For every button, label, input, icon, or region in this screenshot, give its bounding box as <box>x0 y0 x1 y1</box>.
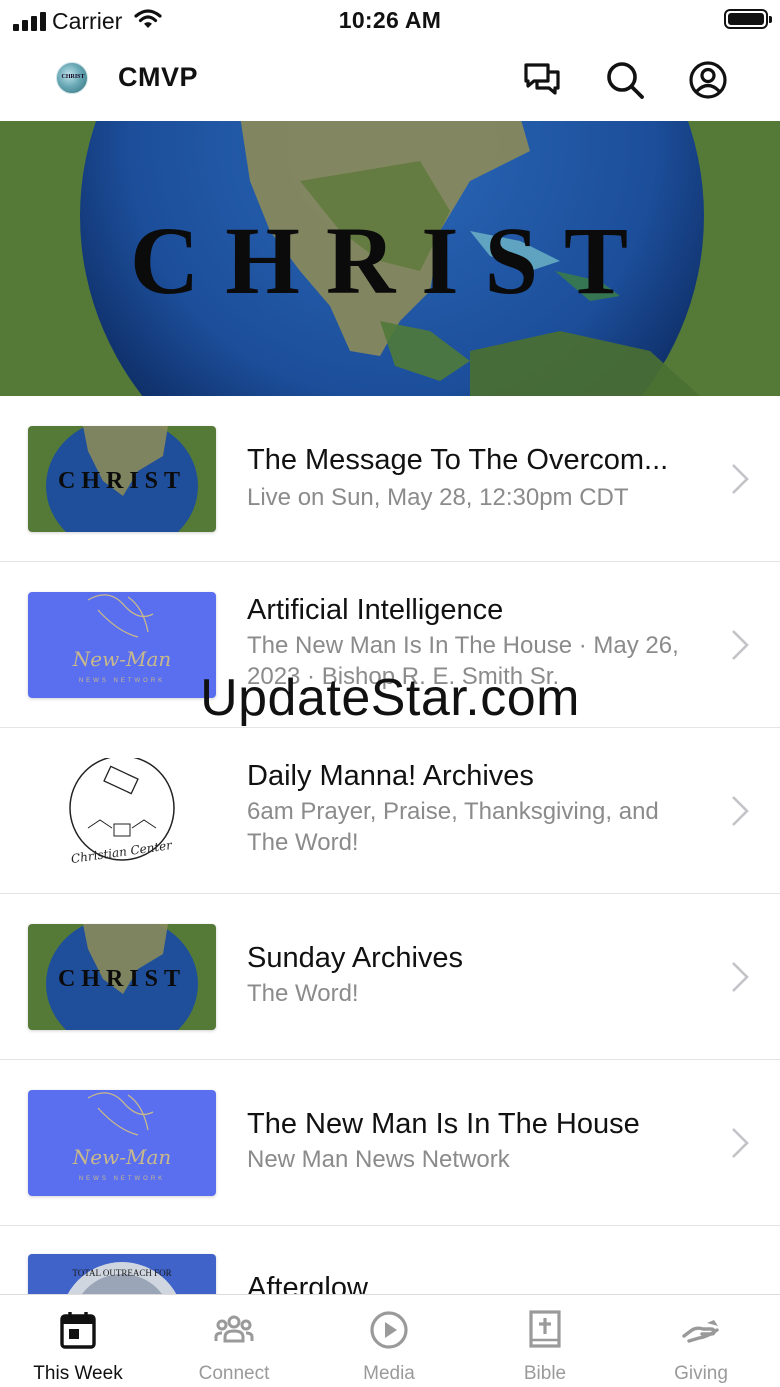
app-header: CHRIST CMVP <box>0 44 780 121</box>
chevron-right-icon <box>732 464 749 494</box>
chevron-right-icon <box>732 962 749 992</box>
item-subtitle: The Word! <box>247 980 359 1007</box>
item-title: The Message To The Overcom... <box>247 444 669 476</box>
hero-banner-text: CHRIST <box>130 207 654 314</box>
calendar-icon <box>60 1312 96 1349</box>
svg-text:New-Man: New-Man <box>72 1145 172 1169</box>
tab-giving[interactable]: Giving <box>623 1295 779 1387</box>
status-bar: Carrier 10:26 AM <box>0 0 780 44</box>
list-item[interactable]: CHRIST The Message To The Overcom... Liv… <box>0 396 780 562</box>
item-thumbnail: New-Man NEWS NETWORK <box>28 1090 216 1196</box>
battery-icon <box>724 9 772 29</box>
svg-text:CHRIST: CHRIST <box>58 966 186 992</box>
chat-icon[interactable] <box>522 60 562 100</box>
hero-globe-image: CHRIST <box>0 121 780 396</box>
svg-text:CHRIST: CHRIST <box>58 468 186 494</box>
giving-hand-icon <box>682 1320 719 1343</box>
watermark: UpdateStar.com <box>200 669 580 727</box>
group-icon <box>214 1315 254 1343</box>
app-title: CMVP <box>118 62 199 92</box>
app-logo-text: CHRIST <box>61 74 85 80</box>
hero-banner[interactable]: CHRIST <box>0 121 780 396</box>
item-thumbnail: Christian Center <box>28 758 216 864</box>
list-item[interactable]: CHRIST Sunday Archives The Word! <box>0 894 780 1060</box>
item-thumbnail: CHRIST <box>28 924 216 1030</box>
bible-icon <box>529 1310 561 1348</box>
clock: 10:26 AM <box>338 7 442 33</box>
svg-text:TOTAL OUTREACH FOR: TOTAL OUTREACH FOR <box>72 1268 171 1278</box>
play-icon <box>370 1311 408 1349</box>
svg-text:NEWS NETWORK: NEWS NETWORK <box>79 1176 165 1182</box>
tab-connect[interactable]: Connect <box>156 1295 312 1387</box>
tab-label: Connect <box>198 1363 270 1384</box>
item-title: Artificial Intelligence <box>247 594 504 626</box>
item-subtitle: New Man News Network <box>247 1146 510 1173</box>
app-logo[interactable]: CHRIST <box>56 62 88 94</box>
tab-bible[interactable]: Bible <box>467 1295 623 1387</box>
item-thumbnail: CHRIST <box>28 426 216 532</box>
tab-media[interactable]: Media <box>311 1295 467 1387</box>
item-subtitle: Live on Sun, May 28, 12:30pm CDT <box>247 484 629 511</box>
item-title: Sunday Archives <box>247 942 464 974</box>
tab-bar: This Week Connect Media Bible Giving <box>0 1294 780 1387</box>
item-title: Daily Manna! Archives <box>247 760 534 792</box>
search-icon[interactable] <box>605 60 645 100</box>
profile-icon[interactable] <box>688 60 728 100</box>
tab-label: This Week <box>33 1363 123 1384</box>
list-item[interactable]: Christian Center Daily Manna! Archives 6… <box>0 728 780 894</box>
tab-this-week[interactable]: This Week <box>0 1295 156 1387</box>
item-subtitle: 6am Prayer, Praise, Thanksgiving, and Th… <box>247 798 659 856</box>
chevron-right-icon <box>732 630 749 660</box>
tab-label: Bible <box>523 1363 567 1384</box>
item-title: The New Man Is In The House <box>247 1108 640 1140</box>
tab-label: Media <box>363 1363 415 1384</box>
chevron-right-icon <box>732 796 749 826</box>
chevron-right-icon <box>732 1128 749 1158</box>
list-item[interactable]: New-Man NEWS NETWORK The New Man Is In T… <box>0 1060 780 1226</box>
tab-label: Giving <box>674 1363 728 1384</box>
